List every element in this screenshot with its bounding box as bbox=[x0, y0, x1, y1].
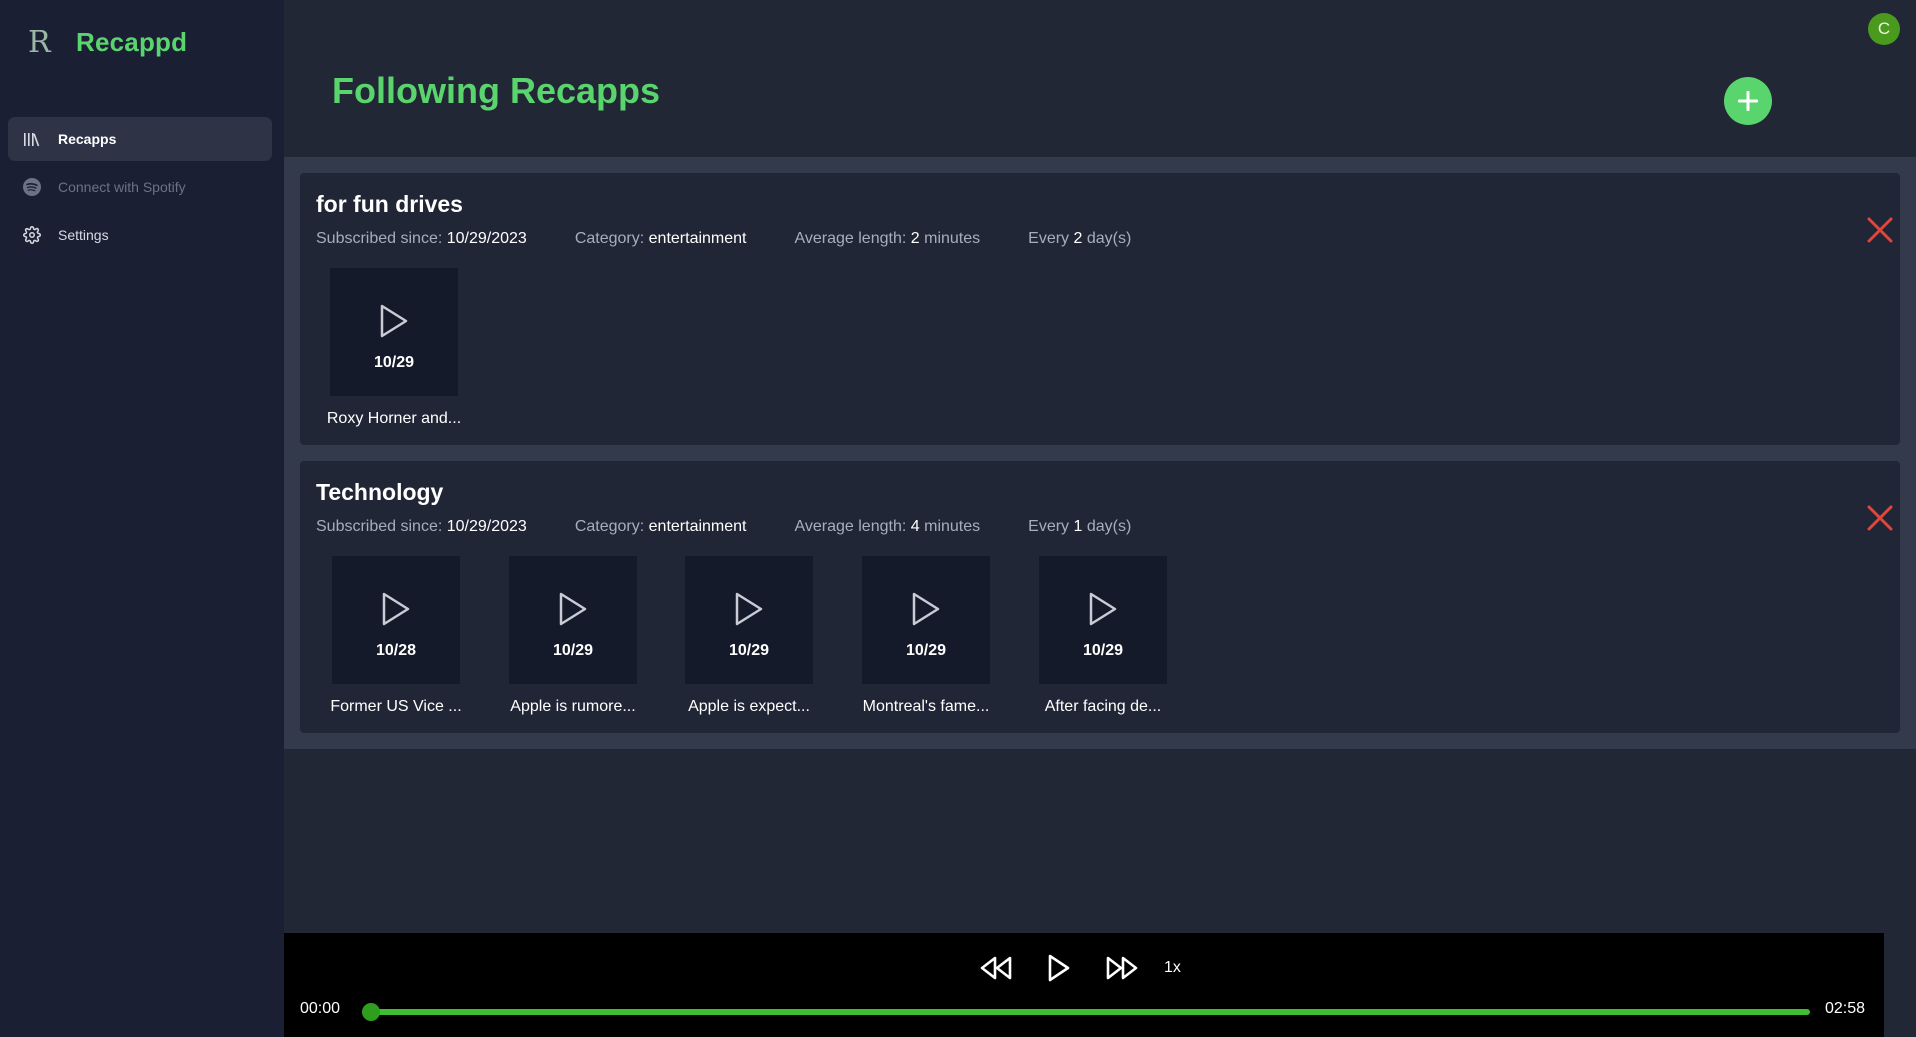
episode-tile[interactable]: 10/29 bbox=[685, 556, 813, 684]
gear-icon bbox=[22, 225, 42, 245]
meta-frequency: Every 2 day(s) bbox=[1028, 230, 1132, 247]
fast-forward-button[interactable] bbox=[1104, 950, 1140, 986]
main-content: Following Recapps C for fun drives Subsc… bbox=[284, 0, 1916, 1037]
sidebar-item-label: Connect with Spotify bbox=[58, 179, 186, 195]
meta-average-length: Average length: 4 minutes bbox=[794, 518, 981, 535]
episode-title: Former US Vice ... bbox=[330, 698, 462, 715]
recapp-meta: Subscribed since: 10/29/2023 Category: e… bbox=[316, 518, 1179, 536]
rewind-button[interactable] bbox=[978, 950, 1014, 986]
playback-speed-button[interactable]: 1x bbox=[1164, 959, 1181, 977]
recapp-title: Technology bbox=[316, 479, 444, 505]
episode-item[interactable]: 10/29 Roxy Horner and... bbox=[327, 268, 461, 428]
meta-category: Category: entertainment bbox=[574, 518, 747, 535]
player-controls: 1x bbox=[978, 950, 1181, 986]
episode-date: 10/29 bbox=[1082, 642, 1124, 659]
episode-date: 10/28 bbox=[375, 642, 417, 659]
sidebar-item-settings[interactable]: Settings bbox=[8, 213, 272, 257]
episode-item[interactable]: 10/29 Apple is rumore... bbox=[509, 556, 637, 716]
sidebar-item-label: Settings bbox=[58, 227, 109, 243]
meta-subscribed: Subscribed since: 10/29/2023 bbox=[316, 518, 527, 535]
plus-icon bbox=[1738, 91, 1758, 111]
episode-tile[interactable]: 10/29 bbox=[1039, 556, 1167, 684]
episode-item[interactable]: 10/29 Apple is expect... bbox=[685, 556, 813, 716]
meta-average-length: Average length: 2 minutes bbox=[794, 230, 981, 247]
play-icon bbox=[735, 592, 763, 626]
play-icon bbox=[912, 592, 940, 626]
episode-title: Montreal's fame... bbox=[862, 698, 990, 715]
page-header: Following Recapps C bbox=[284, 0, 1916, 157]
user-avatar[interactable]: C bbox=[1868, 13, 1900, 45]
episode-date: 10/29 bbox=[728, 642, 770, 659]
fast-forward-icon bbox=[1106, 956, 1138, 980]
recapp-title: for fun drives bbox=[316, 191, 463, 217]
sidebar-item-connect-spotify[interactable]: Connect with Spotify bbox=[8, 165, 272, 209]
rewind-icon bbox=[980, 956, 1012, 980]
episode-list: 10/28 Former US Vice ... 10/29 Apple is … bbox=[330, 556, 1167, 716]
episode-tile[interactable]: 10/29 bbox=[862, 556, 990, 684]
recappd-logo-icon: R bbox=[28, 25, 52, 60]
recapp-card: for fun drives Subscribed since: 10/29/2… bbox=[300, 173, 1900, 445]
brand[interactable]: R Recappd bbox=[26, 24, 187, 60]
sidebar-nav: Recapps Connect with Spotify Settings bbox=[8, 117, 272, 261]
app-root: R Recappd Recapps Connect with Spotify S… bbox=[0, 0, 1916, 1037]
episode-item[interactable]: 10/29 Montreal's fame... bbox=[862, 556, 990, 716]
episode-item[interactable]: 10/29 After facing de... bbox=[1039, 556, 1167, 716]
episode-item[interactable]: 10/28 Former US Vice ... bbox=[330, 556, 462, 716]
audio-player: 1x 00:00 02:58 bbox=[284, 933, 1884, 1037]
episode-title: Apple is expect... bbox=[688, 698, 810, 715]
play-icon bbox=[1089, 592, 1117, 626]
play-icon bbox=[380, 304, 408, 338]
duration-time: 02:58 bbox=[1825, 1000, 1866, 1017]
current-time: 00:00 bbox=[300, 1000, 341, 1017]
episode-title: Roxy Horner and... bbox=[326, 410, 462, 427]
meta-subscribed: Subscribed since: 10/29/2023 bbox=[316, 230, 527, 247]
episode-title: After facing de... bbox=[1044, 698, 1162, 715]
recapps-list: for fun drives Subscribed since: 10/29/2… bbox=[284, 157, 1916, 749]
page-title: Following Recapps bbox=[332, 70, 661, 111]
play-icon bbox=[559, 592, 587, 626]
sidebar: R Recappd Recapps Connect with Spotify S… bbox=[0, 0, 284, 1037]
episode-list: 10/29 Roxy Horner and... bbox=[327, 268, 507, 428]
episode-tile[interactable]: 10/28 bbox=[332, 556, 460, 684]
sidebar-item-label: Recapps bbox=[58, 131, 117, 147]
recapp-card: Technology Subscribed since: 10/29/2023 … bbox=[300, 461, 1900, 733]
play-button[interactable] bbox=[1041, 950, 1077, 986]
spotify-icon bbox=[22, 177, 42, 197]
unsubscribe-close-icon[interactable] bbox=[1865, 215, 1895, 245]
meta-frequency: Every 1 day(s) bbox=[1028, 518, 1132, 535]
unsubscribe-close-icon[interactable] bbox=[1865, 503, 1895, 533]
add-recapp-button[interactable] bbox=[1724, 77, 1772, 125]
play-icon bbox=[382, 592, 410, 626]
play-icon bbox=[1048, 954, 1070, 982]
episode-tile[interactable]: 10/29 bbox=[330, 268, 458, 396]
progress-handle[interactable] bbox=[362, 1003, 380, 1021]
app-name: Recappd bbox=[76, 26, 188, 57]
episode-date: 10/29 bbox=[552, 642, 594, 659]
svg-text:R: R bbox=[28, 25, 52, 60]
progress-track[interactable] bbox=[362, 1009, 1810, 1015]
episode-date: 10/29 bbox=[373, 354, 415, 371]
recapp-meta: Subscribed since: 10/29/2023 Category: e… bbox=[316, 230, 1179, 248]
sidebar-item-recapps[interactable]: Recapps bbox=[8, 117, 272, 161]
episode-date: 10/29 bbox=[905, 642, 947, 659]
episode-title: Apple is rumore... bbox=[510, 698, 636, 715]
meta-category: Category: entertainment bbox=[574, 230, 747, 247]
library-icon bbox=[22, 129, 42, 149]
episode-tile[interactable]: 10/29 bbox=[509, 556, 637, 684]
